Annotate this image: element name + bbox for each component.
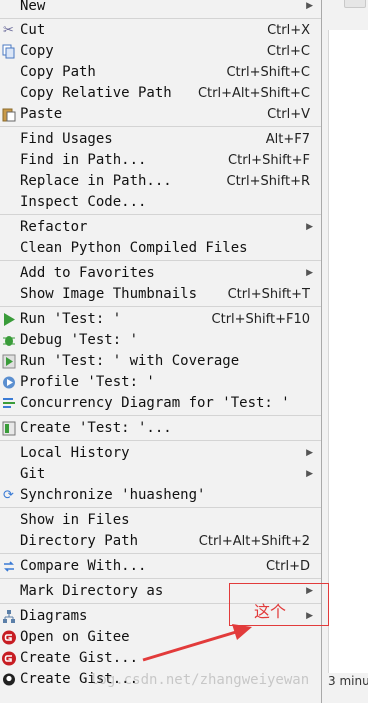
annotation-arrow-icon <box>142 624 252 662</box>
